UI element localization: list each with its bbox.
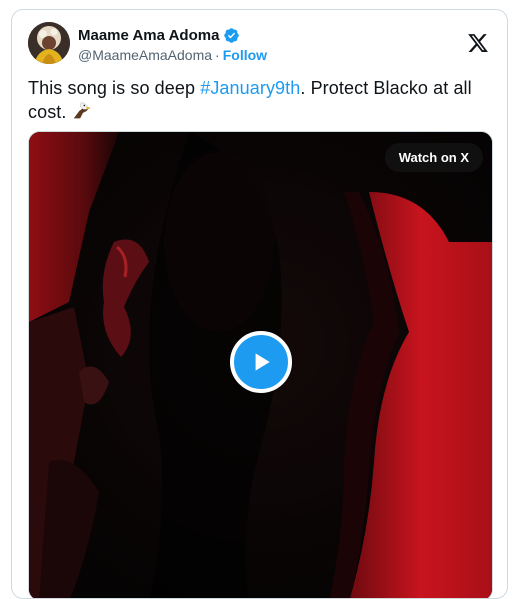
x-logo-icon[interactable] (467, 32, 489, 54)
tweet-card[interactable]: Maame Ama Adoma @MaameAmaAdoma · Follow … (11, 9, 508, 599)
play-button[interactable] (230, 331, 292, 393)
handle-row: @MaameAmaAdoma · Follow (78, 46, 267, 64)
separator: · (215, 47, 220, 63)
tweet-header: Maame Ama Adoma @MaameAmaAdoma · Follow (28, 22, 491, 66)
tweet-text-before: This song is so deep (28, 78, 201, 98)
verified-badge-icon (223, 27, 240, 44)
tweet-text: This song is so deep #January9th. Protec… (28, 76, 488, 124)
play-icon (255, 353, 270, 371)
video-player[interactable]: Watch on X (28, 131, 493, 598)
hashtag-link[interactable]: #January9th (200, 78, 300, 98)
display-name[interactable]: Maame Ama Adoma (78, 27, 219, 44)
handle[interactable]: @MaameAmaAdoma (78, 47, 212, 63)
watch-on-x-button[interactable]: Watch on X (384, 143, 483, 172)
follow-button[interactable]: Follow (223, 47, 267, 63)
avatar[interactable] (28, 22, 70, 64)
name-row: Maame Ama Adoma (78, 25, 240, 45)
eagle-emoji-icon (71, 100, 93, 122)
